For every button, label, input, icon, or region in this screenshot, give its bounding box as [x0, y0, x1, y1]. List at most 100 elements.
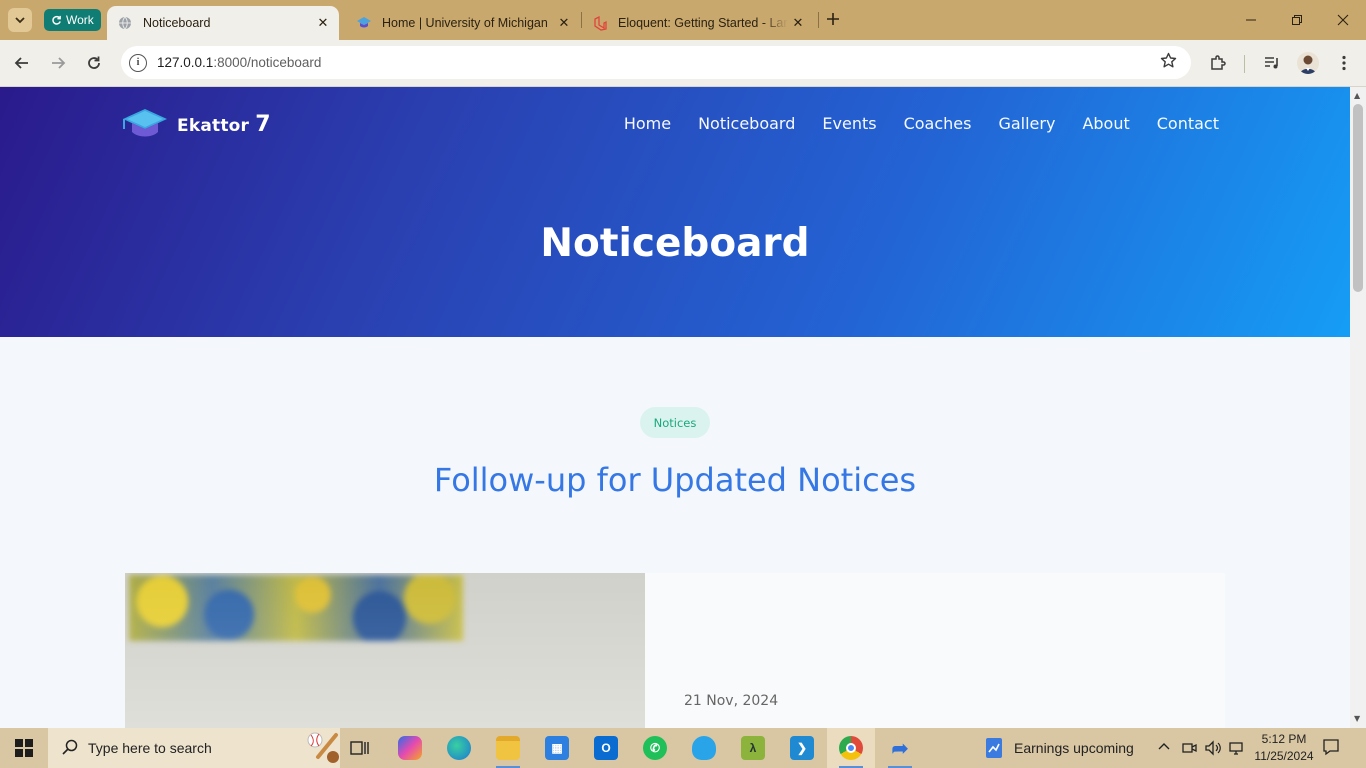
laravel-icon [592, 15, 608, 31]
search-placeholder: Type here to search [88, 740, 212, 756]
globe-icon [117, 15, 133, 31]
arrow-app-icon: ➦ [891, 737, 909, 760]
outlook-icon: O [594, 736, 618, 760]
notice-card[interactable]: 21 Nov, 2024 [125, 573, 1225, 728]
section-badge: Notices [640, 407, 710, 438]
taskbar-file-explorer[interactable] [484, 728, 532, 768]
volume-icon[interactable] [1204, 740, 1222, 760]
arrow-right-icon [52, 57, 66, 69]
chevron-up-icon[interactable] [1157, 740, 1171, 758]
notice-date: 21 Nov, 2024 [684, 693, 779, 709]
taskbar-whatsapp[interactable]: ✆ [631, 728, 679, 768]
chrome-icon [839, 736, 863, 760]
taskbar-app-arrow[interactable]: ➦ [876, 728, 924, 768]
address-bar[interactable]: i 127.0.0.1:8000/noticeboard [121, 46, 1191, 79]
taskbar-search-box[interactable]: Type here to search [48, 728, 340, 768]
taskbar-copilot[interactable] [386, 728, 434, 768]
media-queue-icon [1265, 57, 1278, 69]
minimize-icon [1246, 19, 1256, 21]
chevron-down-icon [15, 17, 25, 24]
close-icon[interactable]: ✕ [313, 13, 333, 33]
vscode-icon: ❯ [790, 736, 814, 760]
nav-noticeboard[interactable]: Noticeboard [698, 114, 795, 133]
close-icon [1337, 14, 1349, 26]
graduation-cap-icon [123, 109, 167, 137]
tab-noticeboard[interactable]: Noticeboard ✕ [107, 6, 339, 40]
graduation-cap-icon [356, 15, 372, 31]
stocks-icon [986, 738, 1002, 758]
close-window-button[interactable] [1320, 0, 1366, 40]
taskbar-vscode[interactable]: ❯ [778, 728, 826, 768]
restore-icon [1292, 15, 1302, 25]
main-nav: Home Noticeboard Events Coaches Gallery … [624, 114, 1219, 133]
network-icon[interactable] [1228, 740, 1246, 760]
profile-avatar[interactable] [1297, 52, 1319, 74]
folder-icon [496, 736, 520, 760]
media-control-button[interactable] [1260, 51, 1284, 75]
meet-now-icon[interactable] [1181, 740, 1197, 760]
search-icon [62, 739, 78, 759]
tab-eloquent[interactable]: Eloquent: Getting Started - Lara ✕ [582, 6, 814, 40]
page-viewport: Ekattor 7 Home Noticeboard Events Coache… [0, 87, 1350, 728]
puzzle-icon [1211, 55, 1226, 70]
copilot-icon [398, 736, 422, 760]
taskbar-task-view[interactable] [336, 728, 384, 768]
browser-menu-button[interactable] [1332, 51, 1356, 75]
app-icon [692, 736, 716, 760]
bookmark-star-icon[interactable] [1160, 52, 1177, 74]
edge-icon [447, 736, 471, 760]
more-vertical-icon [1342, 55, 1346, 71]
image-overlay [125, 573, 645, 728]
site-info-icon[interactable]: i [129, 53, 147, 72]
url-text[interactable]: 127.0.0.1:8000/noticeboard [157, 55, 321, 70]
page-scrollbar[interactable]: ▲ ▼ [1350, 87, 1366, 728]
whatsapp-icon: ✆ [643, 736, 667, 760]
taskbar-news-widget[interactable]: Earnings upcoming [984, 728, 1134, 768]
tab-strip: Work Noticeboard ✕ Home | University of … [0, 0, 1366, 40]
start-button[interactable] [0, 728, 48, 768]
nav-coaches[interactable]: Coaches [904, 114, 972, 133]
nav-home[interactable]: Home [624, 114, 671, 133]
tab-title: Home | University of Michigan [382, 16, 548, 30]
scroll-down-icon[interactable]: ▼ [1354, 714, 1360, 723]
sync-icon [52, 15, 61, 25]
scrollbar-thumb[interactable] [1353, 104, 1363, 292]
brand-name: Ekattor 7 [177, 111, 271, 137]
page-title: Noticeboard [540, 221, 810, 266]
minimize-button[interactable] [1228, 0, 1274, 40]
tab-title: Noticeboard [143, 16, 211, 30]
site-logo[interactable]: Ekattor 7 [122, 107, 271, 141]
close-icon[interactable]: ✕ [788, 13, 808, 33]
taskbar-edge[interactable] [435, 728, 483, 768]
back-button[interactable] [10, 51, 34, 75]
nav-gallery[interactable]: Gallery [998, 114, 1055, 133]
taskbar-terminal[interactable]: λ [729, 728, 777, 768]
nav-contact[interactable]: Contact [1157, 114, 1219, 133]
tab-search-button[interactable] [8, 8, 32, 32]
baseball-icon [307, 732, 339, 763]
taskbar-chrome[interactable] [827, 728, 875, 768]
tab-title: Eloquent: Getting Started - Lara [618, 16, 788, 30]
profile-group-chip[interactable]: Work [44, 9, 101, 31]
nav-about[interactable]: About [1082, 114, 1129, 133]
scroll-up-icon[interactable]: ▲ [1354, 91, 1360, 100]
taskbar-clock[interactable]: 5:12 PM 11/25/2024 [1250, 731, 1318, 765]
close-icon[interactable]: ✕ [554, 13, 574, 33]
section-title: Follow-up for Updated Notices [433, 461, 917, 499]
browser-toolbar: i 127.0.0.1:8000/noticeboard [0, 40, 1366, 87]
new-tab-button[interactable] [826, 10, 840, 31]
tab-university-of-michigan[interactable]: Home | University of Michigan ✕ [346, 6, 580, 40]
restore-button[interactable] [1274, 0, 1320, 40]
extensions-button[interactable] [1206, 51, 1230, 75]
notification-icon[interactable] [1322, 738, 1340, 760]
forward-button[interactable] [46, 51, 70, 75]
taskbar-app-blue[interactable] [680, 728, 728, 768]
clock-date: 11/25/2024 [1254, 749, 1314, 763]
nav-events[interactable]: Events [822, 114, 876, 133]
toolbar-separator [1244, 55, 1245, 73]
taskbar-outlook[interactable]: O [582, 728, 630, 768]
taskbar-store[interactable]: ▦ [533, 728, 581, 768]
reload-icon [88, 56, 100, 69]
windows-taskbar: Type here to search ▦ O ✆ λ ❯ ➦ Earnings… [0, 728, 1366, 768]
reload-button[interactable] [82, 51, 106, 75]
